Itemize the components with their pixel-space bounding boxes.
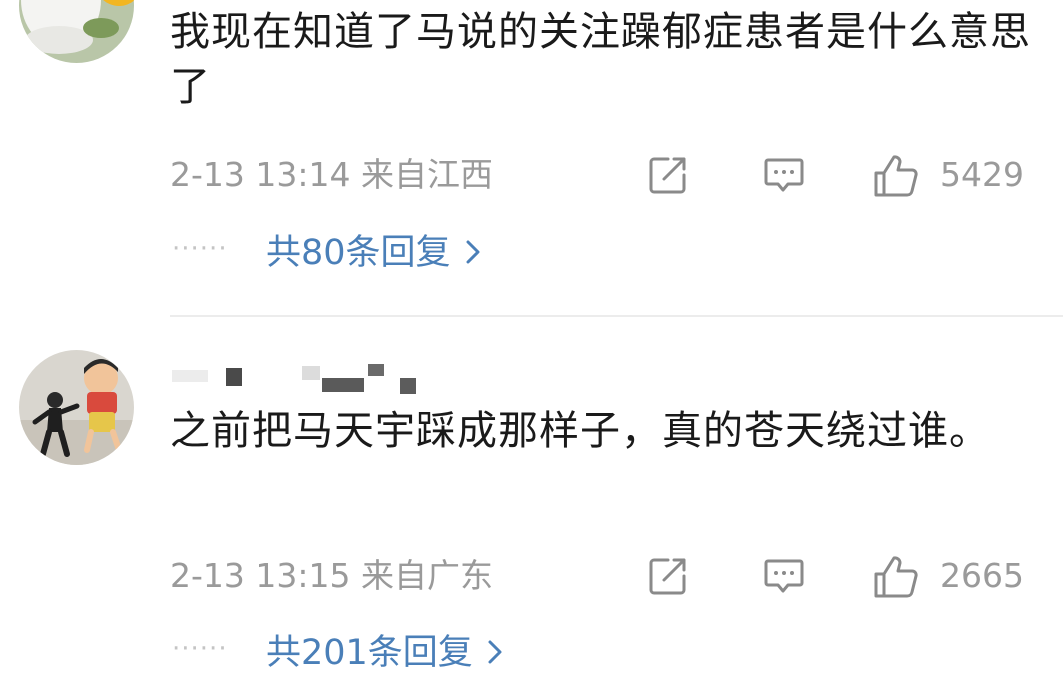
like-icon[interactable] — [872, 554, 920, 598]
like-count: 2665 — [940, 556, 1024, 595]
comment-meta: 2-13 13:14 来自江西 5429 — [170, 150, 1030, 200]
like-icon[interactable] — [872, 153, 920, 197]
comment-icon[interactable] — [762, 554, 806, 598]
share-icon[interactable] — [646, 153, 690, 197]
chevron-right-icon — [465, 229, 481, 279]
username-redacted[interactable] — [172, 364, 432, 394]
reply-dots: ······ — [172, 634, 228, 664]
comment-meta: 2-13 13:15 来自广东 2665 — [170, 551, 1030, 601]
avatar-image — [19, 350, 134, 465]
time-location: 2-13 13:14 来自江西 — [170, 155, 493, 194]
view-replies-link[interactable]: 共201条回复 — [266, 628, 503, 679]
reply-dots: ······ — [172, 234, 228, 264]
like-count: 5429 — [940, 155, 1024, 194]
avatar-image — [19, 0, 134, 63]
view-replies-label: 共201条回复 — [266, 633, 473, 673]
time-location: 2-13 13:15 来自广东 — [170, 556, 493, 595]
view-replies-link[interactable]: 共80条回复 — [266, 228, 481, 279]
chevron-right-icon — [487, 629, 503, 679]
comment-icon[interactable] — [762, 153, 806, 197]
share-icon[interactable] — [646, 554, 690, 598]
comment-text: 之前把马天宇踩成那样子，真的苍天绕过谁。 — [170, 408, 990, 454]
avatar[interactable] — [19, 350, 134, 465]
comment-text: 我现在知道了马说的关注躁郁症患者是什么意思了 — [170, 9, 1031, 110]
view-replies-label: 共80条回复 — [266, 233, 451, 273]
divider — [170, 315, 1063, 317]
avatar[interactable] — [19, 0, 134, 63]
